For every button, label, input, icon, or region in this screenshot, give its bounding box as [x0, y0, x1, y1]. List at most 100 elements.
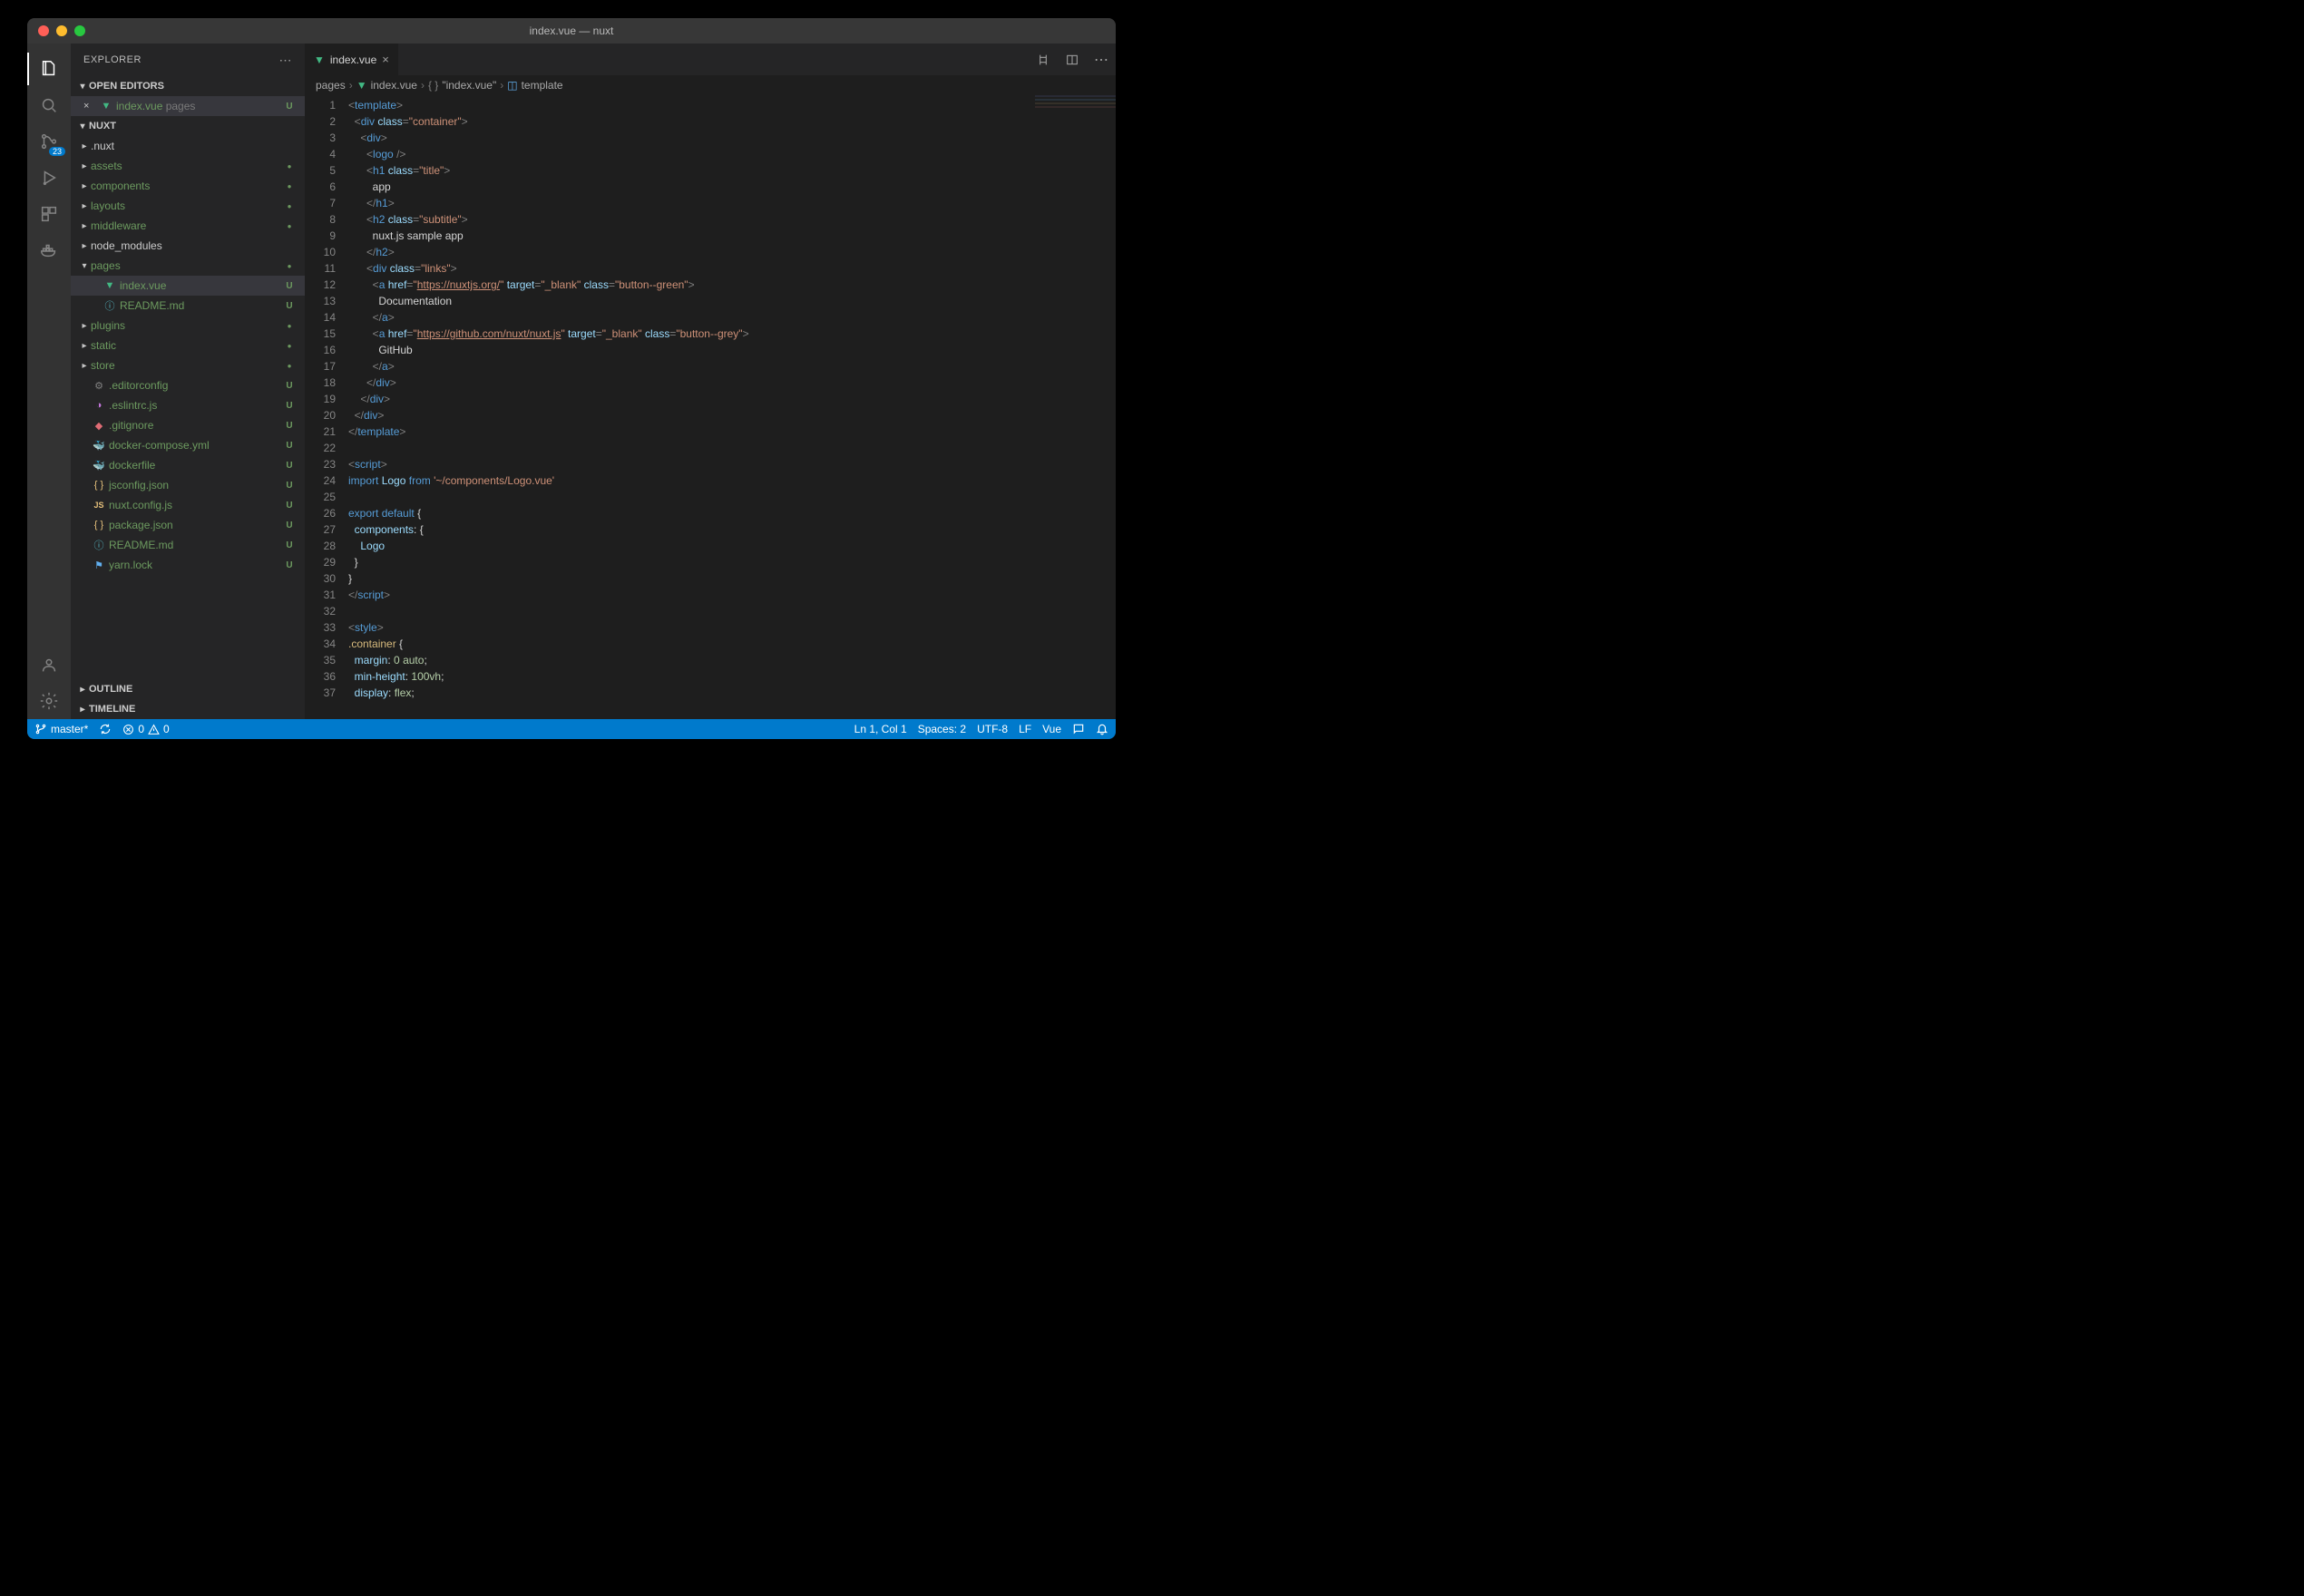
breadcrumb-icon: ◫	[507, 79, 517, 92]
row-label: .gitignore	[109, 419, 283, 432]
row-label: assets	[91, 160, 283, 172]
status-eol[interactable]: LF	[1019, 723, 1031, 735]
workspace-header[interactable]: ▾ NUXT	[71, 116, 305, 136]
open-editors-label: OPEN EDITORS	[89, 81, 164, 92]
activity-debug[interactable]	[27, 160, 71, 196]
tab-label: index.vue	[330, 54, 376, 66]
git-status: U	[283, 301, 296, 311]
file-row[interactable]: ⚑yarn.lockU	[71, 555, 305, 575]
code-content[interactable]: <template> <div class="container"> <div>…	[348, 95, 1034, 719]
folder-row[interactable]: ▸assets	[71, 156, 305, 176]
row-label: pages	[91, 259, 283, 272]
status-bell[interactable]	[1096, 723, 1108, 735]
folder-row[interactable]: ▾pages	[71, 256, 305, 276]
row-label: nuxt.config.js	[109, 499, 283, 511]
activity-search[interactable]	[27, 87, 71, 123]
activity-extensions[interactable]	[27, 196, 71, 232]
sidebar-more-button[interactable]: ⋯	[279, 53, 293, 68]
error-icon	[122, 724, 134, 735]
file-row[interactable]: ⓘREADME.mdU	[71, 535, 305, 555]
file-row[interactable]: { }package.jsonU	[71, 515, 305, 535]
close-editor-icon[interactable]: ×	[83, 101, 96, 112]
window-title: index.vue — nuxt	[530, 24, 614, 37]
status-cursor[interactable]: Ln 1, Col 1	[854, 723, 907, 735]
code-editor[interactable]: 1234567891011121314151617181920212223242…	[305, 95, 1116, 719]
editor-more-button[interactable]: ⋯	[1087, 44, 1116, 75]
chevron-right-icon: ▸	[78, 141, 91, 151]
row-label: index.vue	[120, 279, 283, 292]
chevron-right-icon: ▸	[76, 685, 89, 695]
chevron-down-icon: ▾	[76, 82, 89, 92]
tab-bar: ▼index.vue× ⋯	[305, 44, 1116, 75]
outline-header[interactable]: ▸ OUTLINE	[71, 679, 305, 699]
breadcrumb-separator: ›	[500, 79, 503, 92]
file-row[interactable]: JSnuxt.config.jsU	[71, 495, 305, 515]
chevron-right-icon: ▸	[78, 161, 91, 171]
folder-row[interactable]: ▸components	[71, 176, 305, 196]
folder-row[interactable]: ▸node_modules	[71, 236, 305, 256]
status-language[interactable]: Vue	[1042, 723, 1061, 735]
folder-row[interactable]: ▸static	[71, 336, 305, 355]
warning-count: 0	[163, 723, 170, 735]
zoom-window-button[interactable]	[74, 25, 85, 36]
folder-row[interactable]: ▸layouts	[71, 196, 305, 216]
open-editors-header[interactable]: ▾ OPEN EDITORS	[71, 76, 305, 96]
minimap[interactable]	[1034, 95, 1116, 719]
file-row[interactable]: ◑.eslintrc.jsU	[71, 395, 305, 415]
chevron-right-icon: ▸	[78, 181, 91, 191]
breadcrumb-item[interactable]: pages	[316, 79, 346, 92]
folder-row[interactable]: ▸middleware	[71, 216, 305, 236]
file-row[interactable]: ◆.gitignoreU	[71, 415, 305, 435]
compare-changes-button[interactable]	[1029, 44, 1058, 75]
file-row[interactable]: ⓘREADME.mdU	[71, 296, 305, 316]
git-status: U	[283, 421, 296, 431]
activity-docker[interactable]	[27, 232, 71, 268]
git-status: U	[283, 281, 296, 291]
breadcrumb-item[interactable]: ▼index.vue	[356, 79, 417, 92]
status-encoding[interactable]: UTF-8	[977, 723, 1008, 735]
folder-row[interactable]: ▸store	[71, 355, 305, 375]
scm-badge: 23	[49, 147, 65, 156]
editor-tab[interactable]: ▼index.vue×	[305, 44, 399, 75]
activity-scm[interactable]: 23	[27, 123, 71, 160]
status-sync[interactable]	[99, 723, 112, 735]
folder-row[interactable]: ▸plugins	[71, 316, 305, 336]
file-row[interactable]: 🐳docker-compose.ymlU	[71, 435, 305, 455]
row-label: plugins	[91, 319, 283, 332]
close-window-button[interactable]	[38, 25, 49, 36]
files-icon	[39, 59, 59, 79]
breadcrumb-item[interactable]: { }"index.vue"	[428, 79, 496, 92]
open-editors-list: ×▼index.vue pagesU	[71, 96, 305, 116]
open-editor-item[interactable]: ×▼index.vue pagesU	[71, 96, 305, 116]
split-editor-button[interactable]	[1058, 44, 1087, 75]
file-row[interactable]: ⚙.editorconfigU	[71, 375, 305, 395]
status-feedback[interactable]	[1072, 723, 1085, 735]
folder-row[interactable]: ▸.nuxt	[71, 136, 305, 156]
file-row[interactable]: 🐳dockerfileU	[71, 455, 305, 475]
close-tab-icon[interactable]: ×	[382, 53, 389, 66]
file-row[interactable]: { }jsconfig.jsonU	[71, 475, 305, 495]
feedback-icon	[1072, 723, 1085, 735]
status-problems[interactable]: 0 0	[122, 723, 169, 735]
chevron-right-icon: ▸	[78, 341, 91, 351]
warning-icon	[148, 724, 160, 735]
chevron-down-icon: ▾	[76, 122, 89, 131]
app-window: index.vue — nuxt 23	[27, 18, 1116, 739]
chevron-right-icon: ▸	[78, 361, 91, 371]
breadcrumb-item[interactable]: ◫template	[507, 79, 562, 92]
timeline-header[interactable]: ▸ TIMELINE	[71, 699, 305, 719]
row-label: .eslintrc.js	[109, 399, 283, 412]
error-count: 0	[138, 723, 144, 735]
minimize-window-button[interactable]	[56, 25, 67, 36]
status-branch[interactable]: master*	[34, 723, 88, 735]
file-row[interactable]: ▼index.vueU	[71, 276, 305, 296]
status-spaces[interactable]: Spaces: 2	[918, 723, 966, 735]
git-status-dot	[283, 221, 296, 231]
file-icon: ◑	[91, 400, 107, 411]
breadcrumb-separator: ›	[349, 79, 353, 92]
activity-accounts[interactable]	[27, 647, 71, 683]
sidebar-title-row: EXPLORER ⋯	[71, 44, 305, 76]
activity-explorer[interactable]	[27, 51, 71, 87]
breadcrumbs[interactable]: pages›▼index.vue›{ }"index.vue"›◫templat…	[305, 75, 1116, 95]
activity-settings[interactable]	[27, 683, 71, 719]
